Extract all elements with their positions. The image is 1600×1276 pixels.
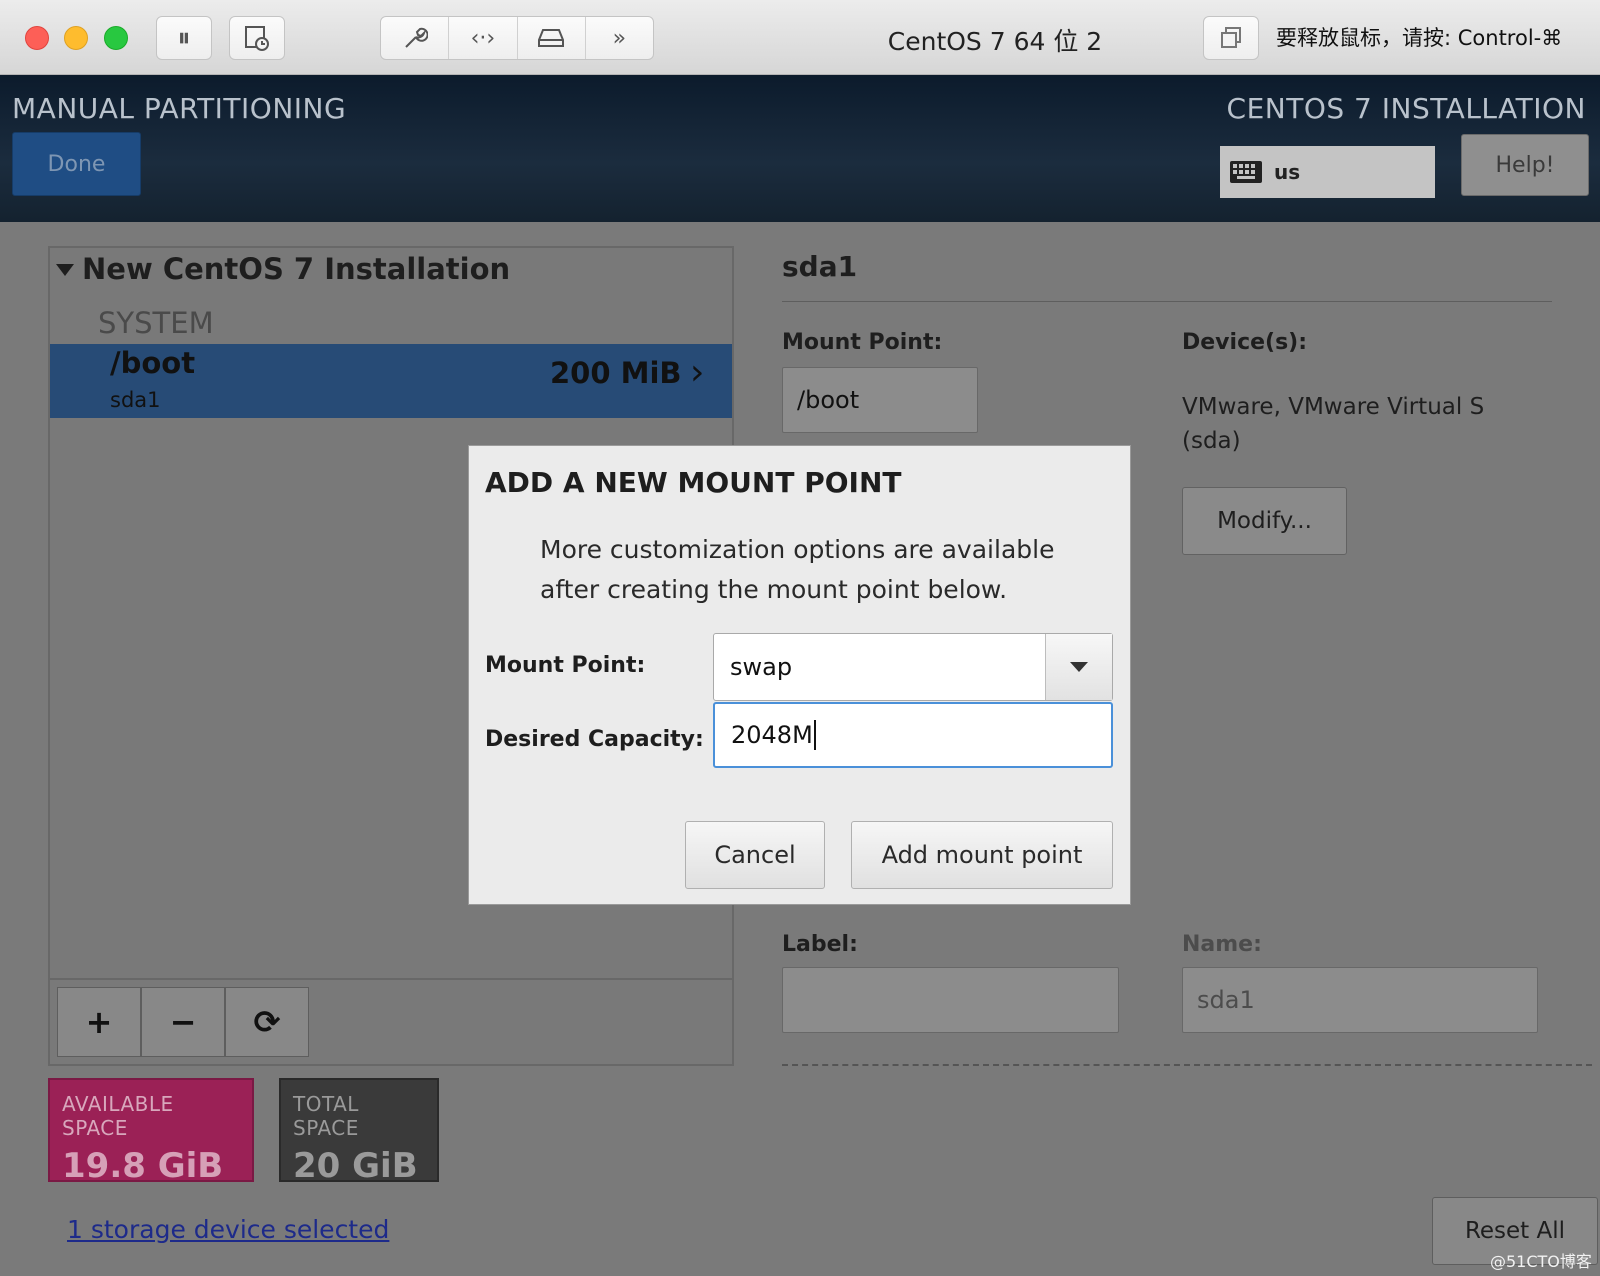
partition-mount-label: /boot <box>110 346 196 380</box>
dialog-description-line2: after creating the mount point below. <box>540 575 1008 604</box>
name-field-label: Name: <box>1182 932 1262 957</box>
dialog-description-line1: More customization options are available <box>540 535 1055 564</box>
installation-group-title[interactable]: New CentOS 7 Installation <box>82 252 510 286</box>
dialog-title: ADD A NEW MOUNT POINT <box>485 466 902 499</box>
text-caret <box>813 720 816 750</box>
desired-capacity-value: 2048M <box>731 721 813 749</box>
add-partition-button[interactable]: + <box>57 987 141 1057</box>
dialog-description: More customization options are available… <box>540 530 1100 610</box>
devices-label: Device(s): <box>1182 330 1308 355</box>
dialog-capacity-label: Desired Capacity: <box>485 727 704 752</box>
total-space-value: 20 GiB <box>293 1146 418 1186</box>
keyboard-layout-label: us <box>1274 160 1301 184</box>
more-chevrons-icon[interactable]: » <box>586 17 653 59</box>
window-copy-icon <box>1221 27 1241 48</box>
mount-point-label: Mount Point: <box>782 330 943 355</box>
disk-icon[interactable] <box>518 17 586 59</box>
help-button[interactable]: Help! <box>1461 134 1589 196</box>
keyboard-icon <box>1230 161 1262 183</box>
partition-device-label: sda1 <box>110 388 161 412</box>
chevron-down-icon <box>1070 662 1088 672</box>
window-copy-button[interactable] <box>1203 16 1259 60</box>
minimize-window-button[interactable] <box>64 26 88 50</box>
name-field[interactable]: sda1 <box>1182 967 1538 1033</box>
available-space-value: 19.8 GiB <box>62 1146 224 1186</box>
modify-button[interactable]: Modify... <box>1182 487 1347 555</box>
chevron-right-icon: › <box>690 352 705 393</box>
mount-point-combo[interactable]: swap <box>713 633 1113 701</box>
pause-button[interactable]: ⏸ <box>156 16 212 60</box>
devices-value-line1: VMware, VMware Virtual S <box>1182 394 1485 420</box>
watermark: @51CTO博客 <box>1490 1252 1592 1271</box>
minus-icon: − <box>169 1003 197 1041</box>
label-field-label: Label: <box>782 932 858 957</box>
refresh-button[interactable]: ⟳ <box>225 987 309 1057</box>
desired-capacity-input[interactable]: 2048M <box>713 702 1113 768</box>
close-window-button[interactable] <box>25 26 49 50</box>
snapshot-button[interactable] <box>229 16 285 60</box>
pause-icon: ⏸ <box>177 22 191 53</box>
dialog-mount-point-label: Mount Point: <box>485 653 646 678</box>
refresh-icon: ⟳ <box>253 1003 281 1041</box>
remove-partition-button[interactable]: − <box>141 987 225 1057</box>
mount-point-combo-value[interactable]: swap <box>714 634 1046 700</box>
mouse-release-hint: 要释放鼠标，请按: Control-⌘ <box>1276 26 1563 50</box>
code-arrows-icon[interactable]: ‹·› <box>449 17 518 59</box>
zoom-window-button[interactable] <box>104 26 128 50</box>
toolbar-group: ‹·› » <box>380 16 654 60</box>
keyboard-layout-indicator[interactable]: us <box>1220 146 1435 198</box>
window-title: CentOS 7 64 位 2 <box>887 27 1103 56</box>
total-space-box: TOTAL SPACE 20 GiB <box>279 1078 439 1186</box>
system-section-label: SYSTEM <box>98 306 214 340</box>
installer-title: CENTOS 7 INSTALLATION <box>1226 92 1586 125</box>
partition-size-label: 200 MiB <box>550 356 682 390</box>
devices-value-line2: (sda) <box>1182 428 1241 454</box>
settings-wrench-icon[interactable] <box>381 17 450 59</box>
total-space-label: TOTAL SPACE <box>293 1092 359 1140</box>
storage-devices-link[interactable]: 1 storage device selected <box>67 1215 389 1244</box>
mount-point-dropdown-button[interactable] <box>1046 634 1112 700</box>
available-space-box: AVAILABLE SPACE 19.8 GiB <box>48 1078 254 1186</box>
partition-details-title: sda1 <box>782 250 858 283</box>
cancel-button[interactable]: Cancel <box>685 821 825 889</box>
expand-arrow-icon[interactable] <box>56 264 74 276</box>
mount-point-field[interactable]: /boot <box>782 367 978 433</box>
label-field[interactable] <box>782 967 1119 1033</box>
dashed-divider <box>782 1064 1592 1066</box>
add-mount-point-button[interactable]: Add mount point <box>851 821 1113 889</box>
snapshot-icon <box>245 26 269 51</box>
available-space-label: AVAILABLE SPACE <box>62 1092 174 1140</box>
page-title: MANUAL PARTITIONING <box>12 92 347 125</box>
plus-icon: + <box>85 1003 113 1041</box>
details-divider <box>782 301 1552 302</box>
done-button[interactable]: Done <box>12 132 141 196</box>
